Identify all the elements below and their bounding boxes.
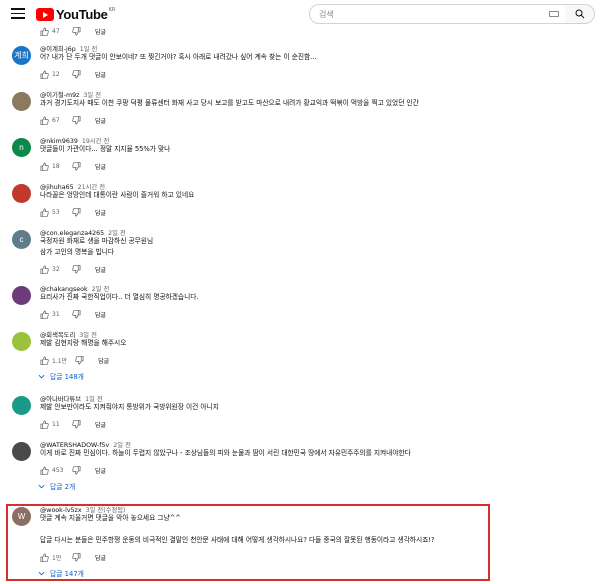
like-count: 47 bbox=[52, 27, 60, 35]
avatar[interactable] bbox=[12, 92, 31, 111]
masthead: YouTube KR 검색 bbox=[0, 0, 600, 28]
reply-button[interactable]: 답글 bbox=[95, 310, 106, 319]
comment-actions: 1.1만 답글 bbox=[40, 355, 109, 365]
logo-region: KR bbox=[108, 6, 116, 13]
like-count: 11 bbox=[52, 420, 60, 428]
comment-actions: 31 답글 bbox=[40, 309, 106, 319]
thumbs-up-icon[interactable] bbox=[40, 70, 49, 79]
search-button[interactable] bbox=[565, 4, 595, 24]
avatar[interactable] bbox=[12, 396, 31, 415]
comment-text: 제발 김현지랑 해명을 해주시오 bbox=[40, 339, 127, 347]
reply-button[interactable]: 답글 bbox=[95, 420, 106, 429]
search-icon bbox=[575, 9, 584, 19]
comment-text: 국정자원 화재로 생을 마감하신 공무원님 삼가 고인의 명복을 빕니다 bbox=[40, 237, 154, 256]
view-replies-button[interactable]: 답글 148개 bbox=[38, 371, 84, 381]
keyboard-icon[interactable] bbox=[549, 11, 559, 17]
avatar[interactable] bbox=[12, 332, 31, 351]
play-icon bbox=[36, 8, 54, 21]
thumbs-down-icon[interactable] bbox=[72, 207, 81, 217]
comment-actions: 18 답글 bbox=[40, 161, 106, 171]
comment-text: 나라꼴은 엉망인데 대통이란 사람이 즐거워 하고 있네요 bbox=[40, 191, 195, 199]
search-placeholder: 검색 bbox=[319, 9, 334, 19]
comment-actions: 453 답글 bbox=[40, 465, 106, 475]
thumbs-up-icon[interactable] bbox=[40, 420, 49, 429]
like-count: 31 bbox=[52, 310, 60, 318]
replies-count: 답글 148개 bbox=[50, 373, 84, 381]
reply-button[interactable]: 답글 bbox=[95, 116, 106, 125]
reply-button[interactable]: 답글 bbox=[95, 70, 106, 79]
thumbs-up-icon[interactable] bbox=[40, 310, 49, 319]
thumbs-down-icon[interactable] bbox=[72, 26, 81, 36]
reply-button[interactable]: 답글 bbox=[95, 208, 106, 217]
chevron-down-icon bbox=[38, 373, 45, 380]
highlight-box bbox=[6, 504, 490, 581]
like-count: 12 bbox=[52, 70, 60, 78]
search-input[interactable]: 검색 bbox=[309, 4, 566, 24]
thumbs-up-icon[interactable] bbox=[40, 208, 49, 217]
like-count: 53 bbox=[52, 208, 60, 216]
view-replies-button[interactable]: 답글 2개 bbox=[38, 481, 75, 491]
comment-actions: 67 답글 bbox=[40, 115, 106, 125]
thumbs-down-icon[interactable] bbox=[72, 264, 81, 274]
like-count: 1.1만 bbox=[52, 357, 68, 365]
like-count: 32 bbox=[52, 265, 60, 273]
thumbs-down-icon[interactable] bbox=[72, 161, 81, 171]
thumbs-up-icon[interactable] bbox=[40, 27, 49, 36]
reply-button[interactable]: 답글 bbox=[95, 162, 106, 171]
thumbs-down-icon[interactable] bbox=[72, 69, 81, 79]
thumbs-down-icon[interactable] bbox=[72, 309, 81, 319]
logo-text: YouTube bbox=[56, 7, 108, 22]
thumbs-up-icon[interactable] bbox=[40, 265, 49, 274]
avatar[interactable]: 계희 bbox=[12, 46, 31, 65]
reply-button[interactable]: 답글 bbox=[98, 356, 109, 365]
comment-actions: 12 답글 bbox=[40, 69, 106, 79]
thumbs-down-icon[interactable] bbox=[72, 115, 81, 125]
like-count: 67 bbox=[52, 116, 60, 124]
avatar[interactable]: c bbox=[12, 230, 31, 249]
comment-text: 과거 경기도지사 때도 이천 쿠팡 덕평 물류센터 화재 사고 당시 보고를 받… bbox=[40, 99, 419, 107]
thumbs-up-icon[interactable] bbox=[40, 162, 49, 171]
avatar[interactable] bbox=[12, 442, 31, 461]
reply-button[interactable]: 답글 bbox=[95, 265, 106, 274]
reply-button[interactable]: 답글 bbox=[95, 466, 106, 475]
avatar[interactable] bbox=[12, 286, 31, 305]
comment-text: 어? 내가 단 두개 댓글이 안보이네? 또 찢긴거야? 혹시 아래로 내려갔나… bbox=[40, 53, 317, 61]
comment-text: 요리사가 진짜 국한직업이다.. 더 열심히 명공하겠습니다. bbox=[40, 293, 199, 301]
like-count: 453 bbox=[52, 466, 64, 474]
thumbs-up-icon[interactable] bbox=[40, 356, 49, 365]
comment-actions: 53 답글 bbox=[40, 207, 106, 217]
like-count: 18 bbox=[52, 162, 60, 170]
youtube-logo[interactable]: YouTube KR bbox=[36, 7, 115, 22]
thumbs-down-icon[interactable] bbox=[72, 465, 81, 475]
comment-actions: 11 답글 bbox=[40, 419, 106, 429]
comment-text: 제발 안보만이라도 지켜줘야지 통방위가 국방위원장 이건 아니지 bbox=[40, 403, 219, 411]
replies-count: 답글 2개 bbox=[50, 483, 76, 491]
comment-text: 이게 바로 진짜 민심이다. 하늘이 두렵지 않았구나 - 조상님들의 피와 눈… bbox=[40, 449, 411, 457]
avatar[interactable]: n bbox=[12, 138, 31, 157]
thumbs-up-icon[interactable] bbox=[40, 116, 49, 125]
comment-actions: 47 답글 bbox=[40, 26, 106, 36]
comment-text: 댓글들이 가관이다... 정말 지지율 55%가 맞나 bbox=[40, 145, 171, 153]
thumbs-down-icon[interactable] bbox=[75, 355, 84, 365]
menu-icon[interactable] bbox=[11, 8, 25, 20]
thumbs-up-icon[interactable] bbox=[40, 466, 49, 475]
chevron-down-icon bbox=[38, 483, 45, 490]
avatar[interactable] bbox=[12, 184, 31, 203]
thumbs-down-icon[interactable] bbox=[72, 419, 81, 429]
reply-button[interactable]: 답글 bbox=[95, 27, 106, 36]
comment-actions: 32 답글 bbox=[40, 264, 106, 274]
